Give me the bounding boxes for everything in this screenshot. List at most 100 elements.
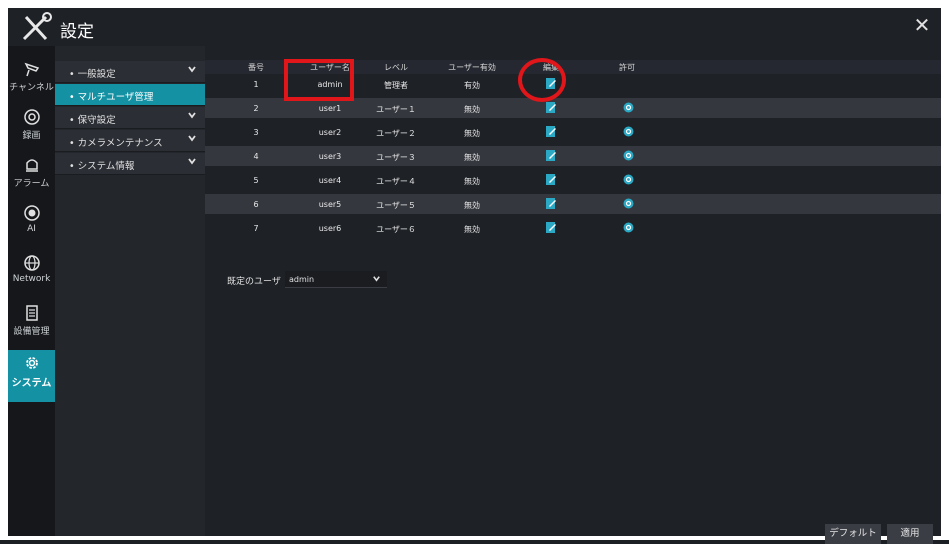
row-enabled: 無効 [464, 225, 480, 234]
header-level: レベル [384, 63, 408, 72]
submenu-system-info[interactable]: • システム情報 [55, 153, 205, 175]
edit-icon[interactable] [545, 101, 557, 114]
row-number: 3 [253, 128, 259, 137]
chevron-down-icon [188, 112, 196, 119]
permission-icon[interactable] [623, 126, 634, 137]
row-number: 5 [253, 176, 259, 185]
chevron-down-icon [188, 158, 196, 165]
sidebar-item-device[interactable]: 設備管理 [8, 300, 55, 344]
sidebar-item-network[interactable]: Network [8, 250, 55, 294]
permission-icon[interactable] [623, 222, 634, 233]
table-row: 3 user2 ユーザー２ 無効 [205, 122, 941, 142]
submenu-label: • マルチユーザ管理 [69, 92, 154, 103]
submenu-general-settings[interactable]: • 一般設定 [55, 61, 205, 83]
table-row: 4 user3 ユーザー３ 無効 [205, 146, 941, 166]
sidebar-item-system[interactable]: システム [8, 350, 55, 402]
row-level: 管理者 [384, 81, 408, 90]
row-number: 1 [253, 80, 259, 89]
row-username: user5 [318, 200, 342, 209]
tools-icon [22, 12, 52, 41]
settings-window: 設定 ✕ チャンネル 録画 アラーム AI Network 設備管理 システム … [8, 8, 941, 544]
table-row: 5 user4 ユーザー４ 無効 [205, 170, 941, 190]
row-username: user1 [318, 104, 342, 113]
row-level: ユーザー３ [376, 153, 416, 162]
highlight-circle [518, 58, 566, 102]
row-username: user2 [318, 128, 342, 137]
sidebar-item-ai[interactable]: AI [8, 200, 55, 244]
row-enabled: 無効 [464, 153, 480, 162]
row-level: ユーザー１ [376, 105, 416, 114]
submenu-label: • システム情報 [69, 161, 135, 172]
sidebar-item-channel[interactable]: チャンネル [8, 56, 55, 100]
row-level: ユーザー２ [376, 129, 416, 138]
default-button[interactable]: デフォルト [825, 524, 881, 544]
row-enabled: 無効 [464, 177, 480, 186]
row-level: ユーザー５ [376, 201, 416, 210]
header-permission: 許可 [619, 63, 635, 72]
permission-icon[interactable] [623, 150, 634, 161]
edit-icon[interactable] [545, 149, 557, 162]
close-icon[interactable]: ✕ [911, 14, 933, 36]
table-row: 6 user5 ユーザー５ 無効 [205, 194, 941, 214]
record-icon [23, 109, 40, 125]
sidebar-item-label: システム [11, 378, 52, 389]
row-level: ユーザー４ [376, 177, 416, 186]
header: 設定 ✕ [8, 8, 941, 46]
edit-icon[interactable] [545, 221, 557, 234]
sidebar-item-label: チャンネル [9, 83, 54, 93]
sidebar-item-label: Network [12, 274, 51, 284]
camera-icon [24, 62, 39, 77]
sidebar-item-label: AI [27, 224, 36, 234]
row-enabled: 無効 [464, 105, 480, 114]
header-number: 番号 [248, 63, 264, 72]
row-username: user3 [318, 152, 342, 161]
globe-icon [23, 255, 40, 271]
fixed-user-label: 既定のユーザ [227, 277, 281, 287]
chevron-down-icon [373, 276, 380, 282]
row-number: 6 [253, 200, 259, 209]
category-sidebar: チャンネル 録画 アラーム AI Network 設備管理 システム [8, 46, 55, 536]
highlight-box [284, 59, 354, 101]
row-username: user4 [318, 176, 342, 185]
submenu-maintenance[interactable]: • 保守設定 [55, 107, 205, 129]
submenu-label: • 保守設定 [69, 115, 116, 126]
sidebar-item-label: アラーム [13, 179, 50, 189]
page-title: 設定 [60, 22, 94, 42]
gear-icon [25, 357, 38, 369]
table-row: 7 user6 ユーザー６ 無効 [205, 218, 941, 238]
sidebar-item-alarm[interactable]: アラーム [8, 152, 55, 196]
device-icon [25, 305, 38, 321]
row-level: ユーザー６ [376, 225, 416, 234]
apply-button[interactable]: 適用 [887, 524, 933, 544]
row-number: 2 [253, 104, 259, 113]
permission-icon[interactable] [623, 102, 634, 113]
screenshot-frame: 設定 ✕ チャンネル 録画 アラーム AI Network 設備管理 システム … [0, 0, 949, 544]
row-number: 7 [253, 224, 259, 233]
row-number: 4 [253, 152, 259, 161]
table-row: 2 user1 ユーザー１ 無効 [205, 98, 941, 118]
submenu-label: • カメラメンテナンス [69, 138, 163, 149]
chevron-down-icon [188, 66, 196, 73]
sidebar-item-record[interactable]: 録画 [8, 104, 55, 148]
edit-icon[interactable] [545, 197, 557, 210]
header-enabled: ユーザー有効 [448, 63, 496, 72]
edit-icon[interactable] [545, 173, 557, 186]
fixed-user-value: admin [289, 275, 315, 284]
bell-icon [25, 159, 38, 172]
submenu-multi-user[interactable]: • マルチユーザ管理 [55, 84, 205, 106]
submenu-camera-maintenance[interactable]: • カメラメンテナンス [55, 130, 205, 152]
permission-icon[interactable] [623, 174, 634, 185]
main-panel: 番号 ユーザー名 レベル ユーザー有効 編集 許可 1 admin 管理者 有効 2 us… [205, 46, 941, 544]
permission-icon[interactable] [623, 198, 634, 209]
row-enabled: 無効 [464, 129, 480, 138]
row-enabled: 無効 [464, 201, 480, 210]
edit-icon[interactable] [545, 125, 557, 138]
sidebar-item-label: 録画 [22, 131, 41, 141]
ai-icon [23, 205, 40, 221]
fixed-user-select[interactable]: admin [285, 271, 387, 288]
row-username: user6 [318, 224, 342, 233]
row-enabled: 有効 [464, 81, 480, 90]
sidebar-item-label: 設備管理 [13, 327, 50, 337]
chevron-down-icon [188, 135, 196, 142]
system-submenu: • 一般設定 • マルチユーザ管理 • 保守設定 • カメラメンテナンス • シ… [55, 46, 205, 536]
